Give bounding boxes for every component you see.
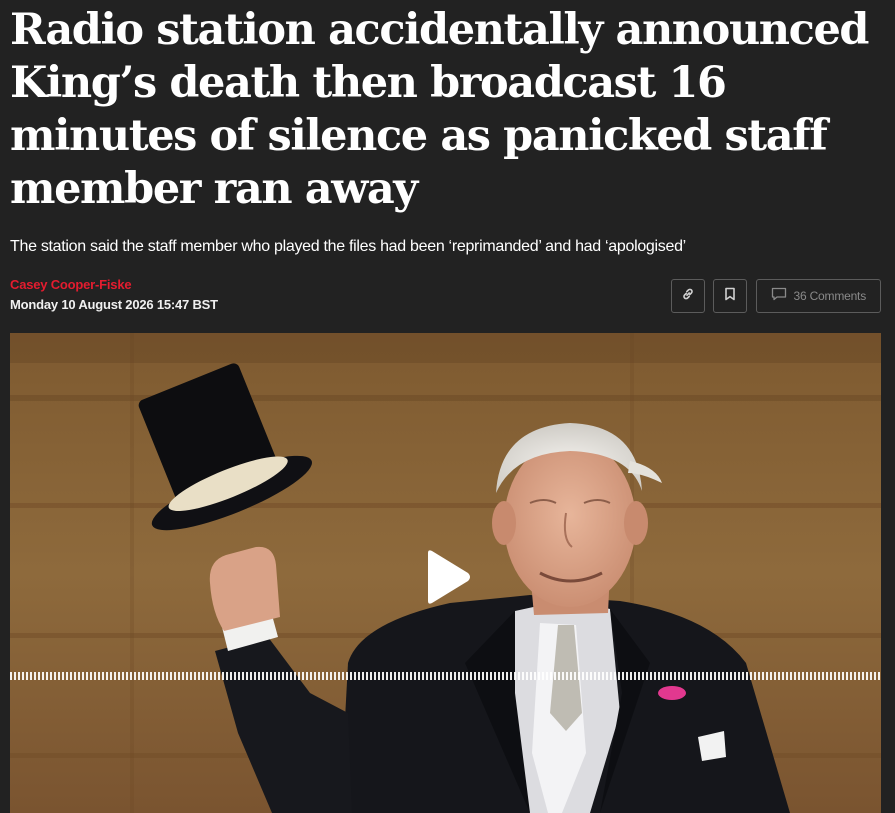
byline: Casey Cooper-Fiske Monday 10 August 2026… [10,277,218,313]
standfirst: The station said the staff member who pl… [10,238,686,255]
link-icon [681,287,695,306]
comments-count: 36 Comments [793,289,867,303]
play-button[interactable] [422,549,472,605]
audio-waveform [10,672,881,680]
bookmark-icon [724,287,736,306]
play-icon [422,549,472,605]
comments-button[interactable]: 36 Comments [755,279,881,313]
video-player[interactable] [10,333,881,813]
headline: Radio station accidentally announced Kin… [10,5,869,214]
author-link[interactable]: Casey Cooper-Fiske [10,277,218,293]
speech-bubble-icon [771,287,787,306]
copy-link-button[interactable] [670,279,705,313]
article-actions: 36 Comments [670,279,881,313]
bookmark-button[interactable] [712,279,747,313]
publish-date: Monday 10 August 2026 15:47 BST [10,297,218,312]
